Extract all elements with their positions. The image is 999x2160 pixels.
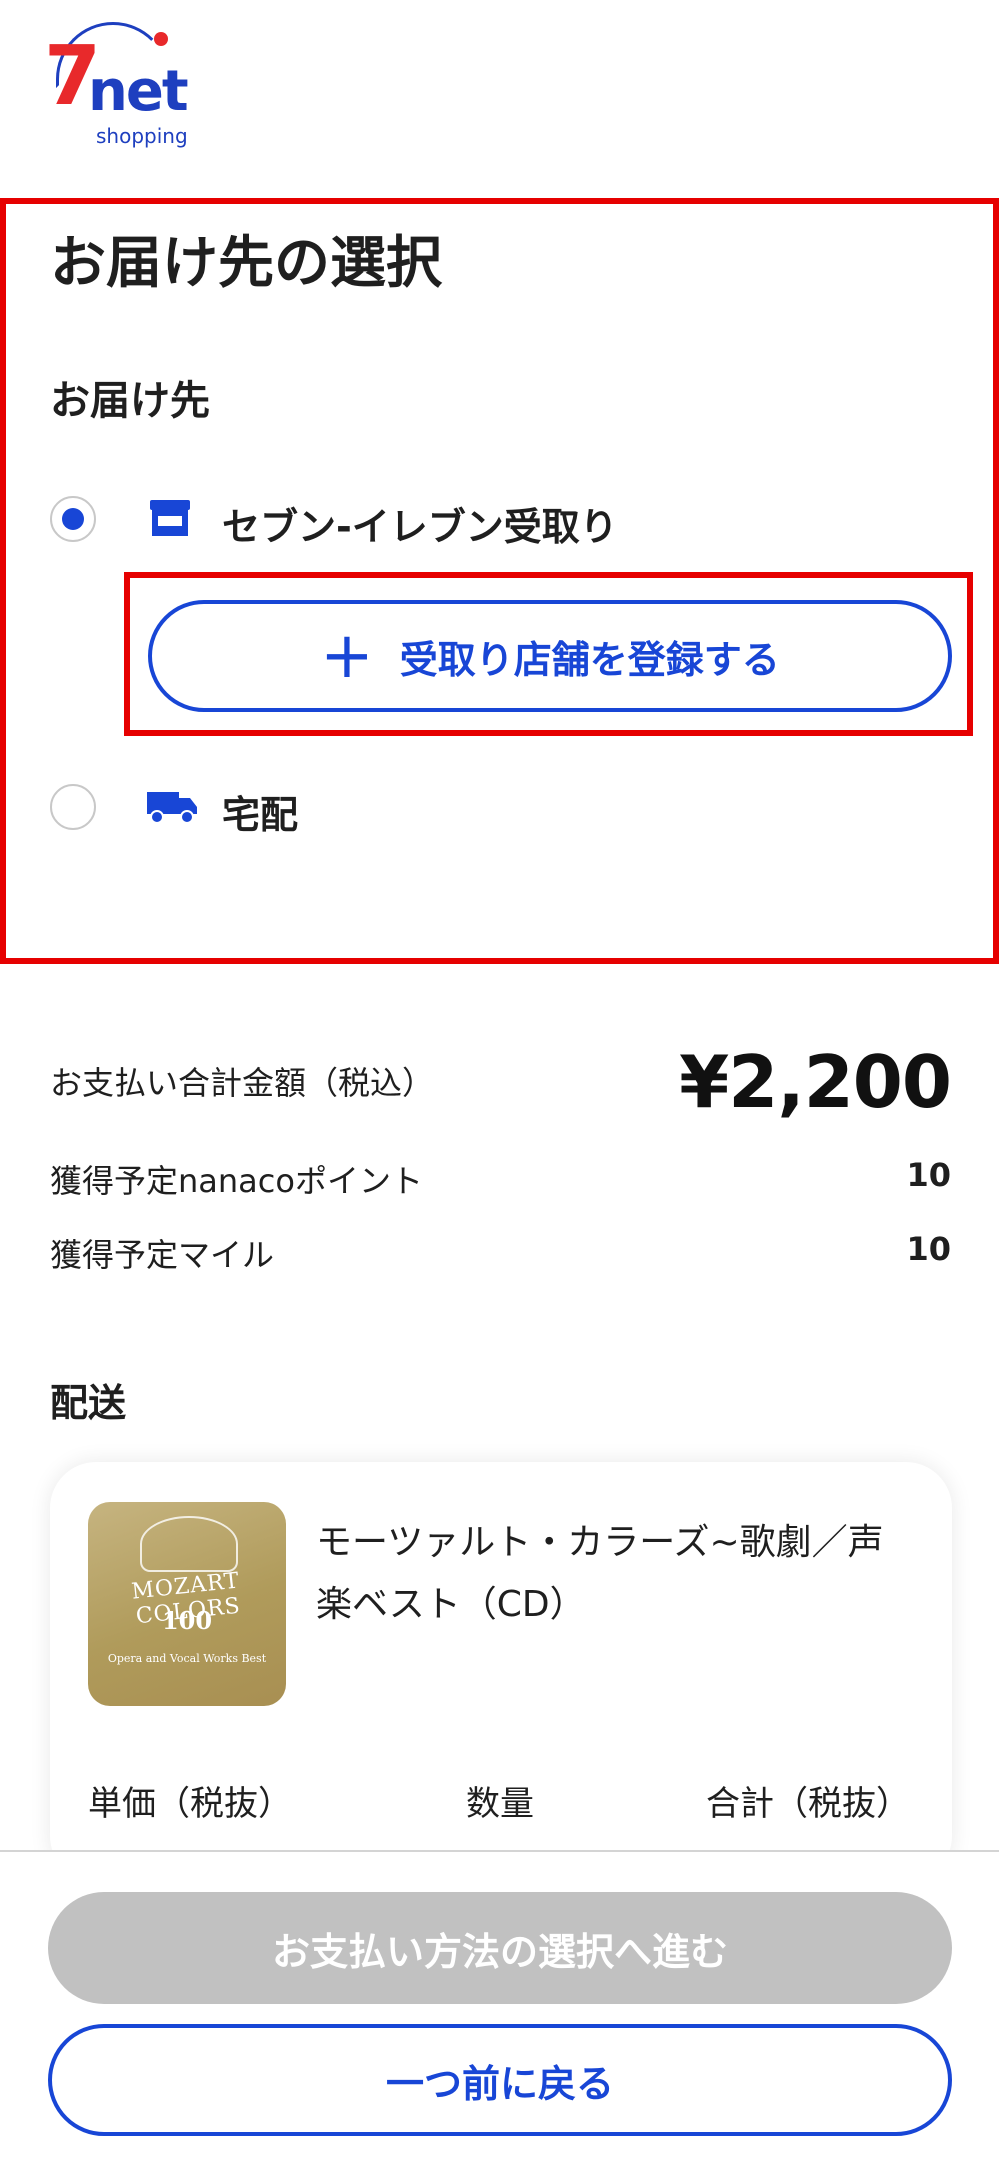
nanaco-points-label: 獲得予定nanacoポイント — [50, 1162, 423, 1200]
register-pickup-store-label: 受取り店舗を登録する — [399, 637, 780, 682]
unit-price-header: 単価（税抜） — [88, 1784, 292, 1824]
delivery-destination-label: お届け先 — [50, 378, 210, 424]
home-delivery-radio[interactable] — [50, 784, 96, 830]
store-icon — [148, 498, 192, 538]
subtotal-header: 合計（税抜） — [706, 1784, 910, 1824]
logo-net: net — [88, 59, 189, 124]
quantity-header: 数量 — [466, 1784, 534, 1824]
plus-icon: + — [320, 619, 374, 693]
back-button[interactable]: 一つ前に戻る — [48, 2024, 952, 2136]
home-delivery-label[interactable]: 宅配 — [222, 784, 298, 839]
seven-eleven-pickup-label[interactable]: セブン-イレブン受取り — [222, 496, 618, 551]
register-pickup-store-button[interactable]: + 受取り店舗を登録する — [148, 600, 952, 712]
total-amount-value: ¥2,200 — [679, 1040, 952, 1124]
nanaco-points-value: 10 — [906, 1156, 951, 1194]
cover-figure — [140, 1516, 238, 1572]
miles-label: 獲得予定マイル — [50, 1236, 275, 1274]
page-title: お届け先の選択 — [50, 231, 442, 296]
seven-eleven-pickup-radio[interactable] — [50, 496, 96, 542]
seven-net-shopping-logo[interactable]: 7 net shopping — [44, 22, 194, 146]
shipping-section-label: 配送 — [50, 1381, 127, 1425]
miles-value: 10 — [906, 1230, 951, 1268]
truck-icon — [146, 786, 198, 826]
cover-subtitle: Opera and Vocal Works Best — [107, 1652, 267, 1665]
proceed-to-payment-button[interactable]: お支払い方法の選択へ進む — [48, 1892, 952, 2004]
total-amount-label: お支払い合計金額（税込） — [50, 1064, 435, 1102]
product-title[interactable]: モーツァルト・カラーズ~歌劇／声楽ベスト（CD） — [316, 1512, 916, 1636]
logo-shopping: shopping — [96, 124, 188, 148]
cover-number: 100 — [161, 1606, 213, 1635]
product-cover-image[interactable]: MOZART COLORS 100 Opera and Vocal Works … — [88, 1502, 286, 1706]
logo-dot — [154, 32, 168, 46]
